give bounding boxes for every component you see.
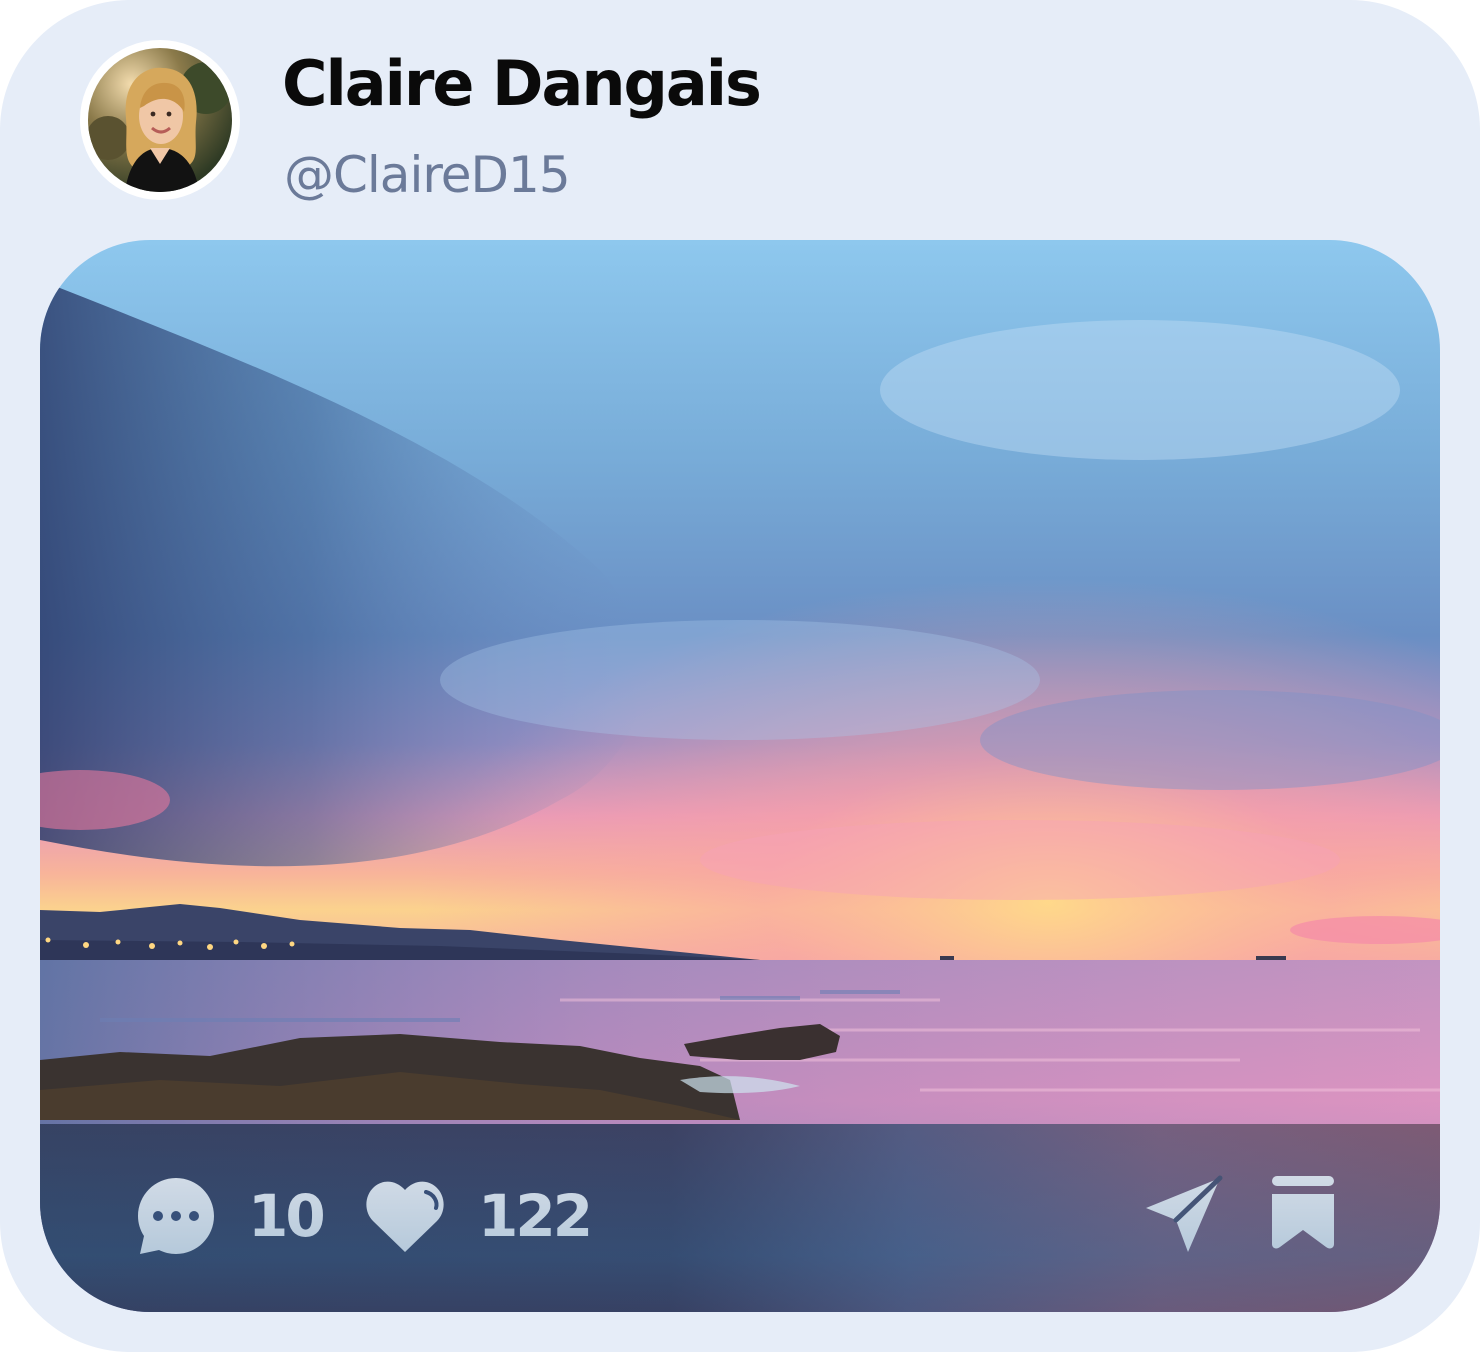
comment-count: 10 [248, 1182, 326, 1250]
avatar[interactable] [80, 40, 240, 200]
author-handle[interactable]: @ClaireD15 [284, 140, 571, 210]
author-name[interactable]: Claire Dangais [282, 44, 762, 124]
avatar-photo [88, 48, 232, 192]
like-count: 122 [478, 1182, 593, 1250]
comment-bubble-icon [136, 1176, 216, 1256]
share-button[interactable] [1142, 1174, 1224, 1256]
post-image[interactable]: 10 122 [40, 240, 1440, 1312]
bookmark-button[interactable] [1270, 1174, 1336, 1250]
comment-button[interactable]: 10 [136, 1176, 326, 1256]
send-icon [1142, 1174, 1224, 1256]
post-card: Claire Dangais @ClaireD15 10 122 [0, 0, 1480, 1352]
post-action-bar: 10 122 [40, 1124, 1440, 1312]
heart-icon [364, 1176, 446, 1256]
like-button[interactable]: 122 [364, 1176, 593, 1256]
bookmark-icon [1270, 1174, 1336, 1250]
